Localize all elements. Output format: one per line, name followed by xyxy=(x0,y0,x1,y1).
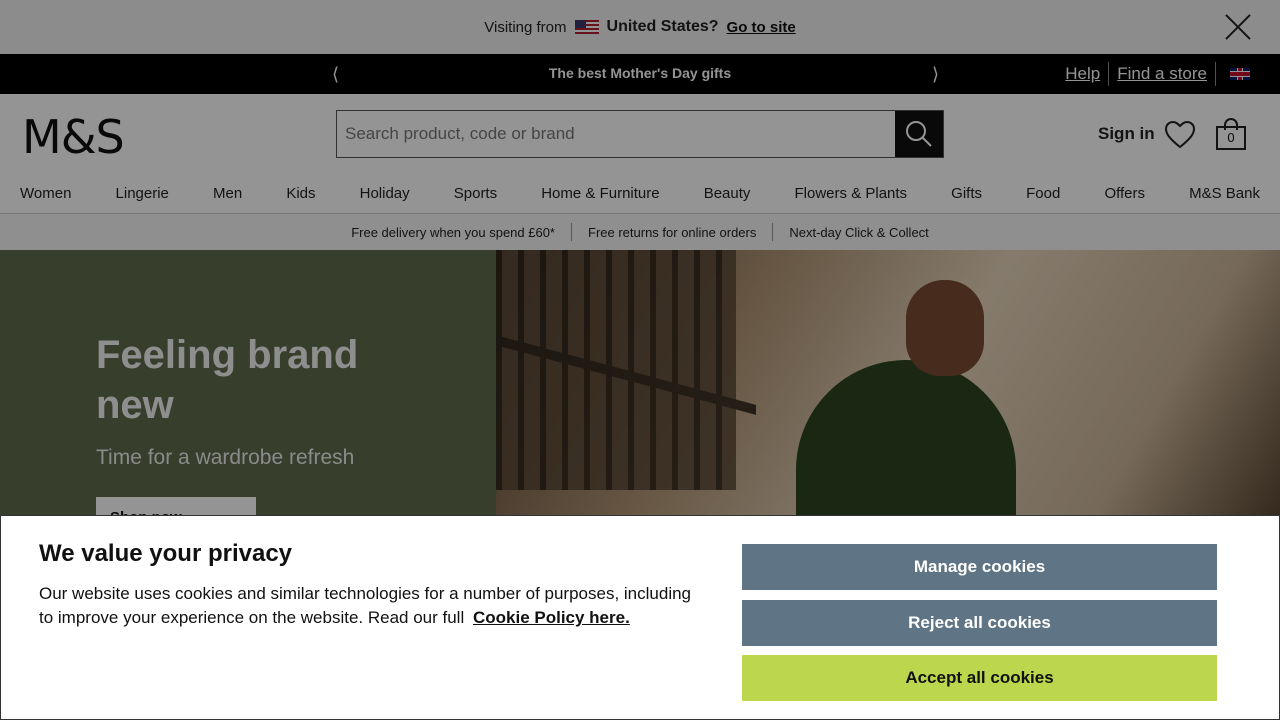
nav-item-lingerie[interactable]: Lingerie xyxy=(116,185,169,202)
logo[interactable]: M&S xyxy=(22,110,125,164)
nav-item-women[interactable]: Women xyxy=(20,185,71,202)
visiting-from-text: Visiting from xyxy=(484,18,567,36)
utility-links: Help Find a store xyxy=(1057,62,1250,86)
find-store-link[interactable]: Find a store xyxy=(1109,64,1215,84)
cookie-description: Our website uses cookies and similar tec… xyxy=(39,582,699,630)
bag-count: 0 xyxy=(1216,126,1246,150)
free-delivery-text[interactable]: Free delivery when you spend £60* xyxy=(335,225,571,240)
hero-title: Feeling brand new xyxy=(96,333,359,427)
country-banner: Visiting from United States? Go to site xyxy=(0,0,1280,54)
go-to-site-link[interactable]: Go to site xyxy=(727,19,796,36)
search-button[interactable] xyxy=(895,111,943,157)
nav-item-holiday[interactable]: Holiday xyxy=(360,185,410,202)
hero-image xyxy=(496,250,1280,520)
accept-cookies-button[interactable]: Accept all cookies xyxy=(742,655,1217,701)
promo-bar: ⟨ The best Mother's Day gifts ⟩ Help Fin… xyxy=(0,54,1280,94)
nav-item-food[interactable]: Food xyxy=(1026,185,1060,202)
search-input[interactable] xyxy=(337,111,895,157)
search-icon xyxy=(906,121,932,147)
us-flag-icon xyxy=(574,20,599,34)
nav-item-gifts[interactable]: Gifts xyxy=(951,185,982,202)
main-nav: Women Lingerie Men Kids Holiday Sports H… xyxy=(0,174,1280,214)
help-link[interactable]: Help xyxy=(1057,64,1108,84)
nav-item-men[interactable]: Men xyxy=(213,185,242,202)
close-icon[interactable] xyxy=(1222,10,1254,42)
click-collect-text[interactable]: Next-day Click & Collect xyxy=(773,225,944,240)
bag-button[interactable]: 0 xyxy=(1216,118,1248,150)
free-returns-text[interactable]: Free returns for online orders xyxy=(572,225,772,240)
sign-in-link[interactable]: Sign in xyxy=(1098,124,1155,144)
hero-subtitle: Time for a wardrobe refresh xyxy=(96,446,355,469)
search-bar xyxy=(336,110,944,158)
uk-flag-icon[interactable] xyxy=(1230,68,1250,80)
nav-item-flowers-plants[interactable]: Flowers & Plants xyxy=(795,185,908,202)
site-header: M&S Sign in 0 xyxy=(0,94,1280,174)
hero-panel: Feeling brand new Time for a wardrobe re… xyxy=(0,250,496,520)
nav-item-sports[interactable]: Sports xyxy=(454,185,497,202)
nav-item-home-furniture[interactable]: Home & Furniture xyxy=(541,185,659,202)
delivery-strip: Free delivery when you spend £60* Free r… xyxy=(0,214,1280,250)
cookie-policy-link[interactable]: Cookie Policy here. xyxy=(473,608,630,627)
window-grille-image xyxy=(496,250,736,490)
cookie-banner: We value your privacy Our website uses c… xyxy=(0,515,1280,720)
nav-item-beauty[interactable]: Beauty xyxy=(704,185,751,202)
nav-item-ms-bank[interactable]: M&S Bank xyxy=(1189,185,1260,202)
model-dress-image xyxy=(796,360,1016,520)
manage-cookies-button[interactable]: Manage cookies xyxy=(742,544,1217,590)
heart-icon[interactable] xyxy=(1164,120,1196,150)
reject-cookies-button[interactable]: Reject all cookies xyxy=(742,600,1217,646)
nav-item-offers[interactable]: Offers xyxy=(1104,185,1145,202)
hero-banner[interactable]: Feeling brand new Time for a wardrobe re… xyxy=(0,250,1280,520)
divider xyxy=(1215,62,1216,86)
chevron-right-icon[interactable]: ⟩ xyxy=(932,64,939,85)
country-name: United States? xyxy=(606,18,719,35)
model-head-image xyxy=(906,280,984,376)
nav-item-kids[interactable]: Kids xyxy=(286,185,315,202)
cookie-title: We value your privacy xyxy=(39,540,293,567)
